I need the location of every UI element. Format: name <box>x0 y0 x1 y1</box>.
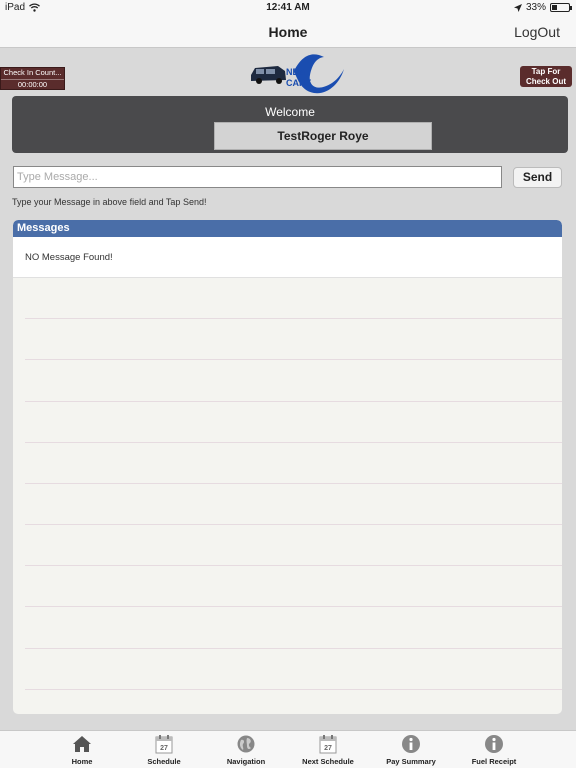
navigation-bar: Home LogOut <box>0 16 576 48</box>
home-icon <box>73 736 91 752</box>
calendar-day: 27 <box>160 745 168 752</box>
welcome-panel: Welcome TestRoger Roye <box>12 96 568 153</box>
check-out-line2: Check Out <box>525 76 566 86</box>
check-out-button[interactable]: Tap For Check Out <box>520 66 572 87</box>
status-bar: iPad 12:41 AM 33% <box>0 0 576 16</box>
table-row-divider <box>25 606 562 607</box>
table-row-divider <box>25 359 562 360</box>
message-input[interactable] <box>13 166 502 188</box>
tab-pay-summary[interactable]: Pay Summary <box>371 734 451 766</box>
calendar-day: 27 <box>324 745 332 752</box>
check-out-line1: Tap For <box>531 67 561 76</box>
tab-home[interactable]: Home <box>42 734 122 766</box>
tab-label: Fuel Receipt <box>471 757 517 766</box>
tab-label: Navigation <box>226 757 266 766</box>
battery-level <box>552 5 557 10</box>
table-row-divider <box>25 318 562 319</box>
check-in-counter: Check In Count... 00:00:00 <box>0 67 65 90</box>
tab-schedule[interactable]: 27 Schedule <box>124 734 204 766</box>
user-name: TestRoger Roye <box>214 122 432 150</box>
table-row-divider <box>25 689 562 690</box>
info-icon <box>402 735 420 753</box>
check-in-time: 00:00:00 <box>17 79 48 89</box>
tab-next-schedule[interactable]: 27 Next Schedule <box>288 734 368 766</box>
tab-label: Schedule <box>147 757 181 766</box>
tab-label: Pay Summary <box>386 757 436 766</box>
logout-button[interactable]: LogOut <box>514 24 560 40</box>
logo-line1: NEMT <box>286 67 312 77</box>
table-row-divider <box>25 524 562 525</box>
calendar-icon: 27 <box>319 735 337 754</box>
compose-hint: Type your Message in above field and Tap… <box>12 197 207 207</box>
battery-icon <box>550 3 572 12</box>
battery-percent: 33% <box>525 2 546 13</box>
table-row-divider <box>25 565 562 566</box>
empty-message: NO Message Found! <box>13 237 562 278</box>
tab-navigation[interactable]: Navigation <box>206 734 286 766</box>
table-row-divider <box>25 442 562 443</box>
table-row-divider <box>25 401 562 402</box>
messages-panel[interactable]: Messages NO Message Found! <box>13 220 562 714</box>
nemt-care-logo: NEMT CARE <box>251 54 344 94</box>
tab-fuel-receipt[interactable]: Fuel Receipt <box>454 734 534 766</box>
calendar-icon: 27 <box>155 735 173 754</box>
logo-line2: CARE <box>286 78 312 88</box>
send-button[interactable]: Send <box>513 167 562 188</box>
tab-label: Next Schedule <box>302 757 354 766</box>
table-row-divider <box>25 483 562 484</box>
status-time: 12:41 AM <box>266 2 310 13</box>
page-title: Home <box>268 24 308 40</box>
messages-header: Messages <box>13 220 562 237</box>
check-in-label: Check In Count... <box>3 68 62 77</box>
tab-label: Home <box>71 757 93 766</box>
globe-icon <box>237 735 255 753</box>
info-icon <box>485 735 503 753</box>
location-arrow-icon <box>513 3 522 12</box>
table-row-divider <box>25 648 562 649</box>
welcome-label: Welcome <box>265 105 315 119</box>
tab-bar: Home 27 Schedule Navigation 27 Next Sche… <box>0 730 576 768</box>
